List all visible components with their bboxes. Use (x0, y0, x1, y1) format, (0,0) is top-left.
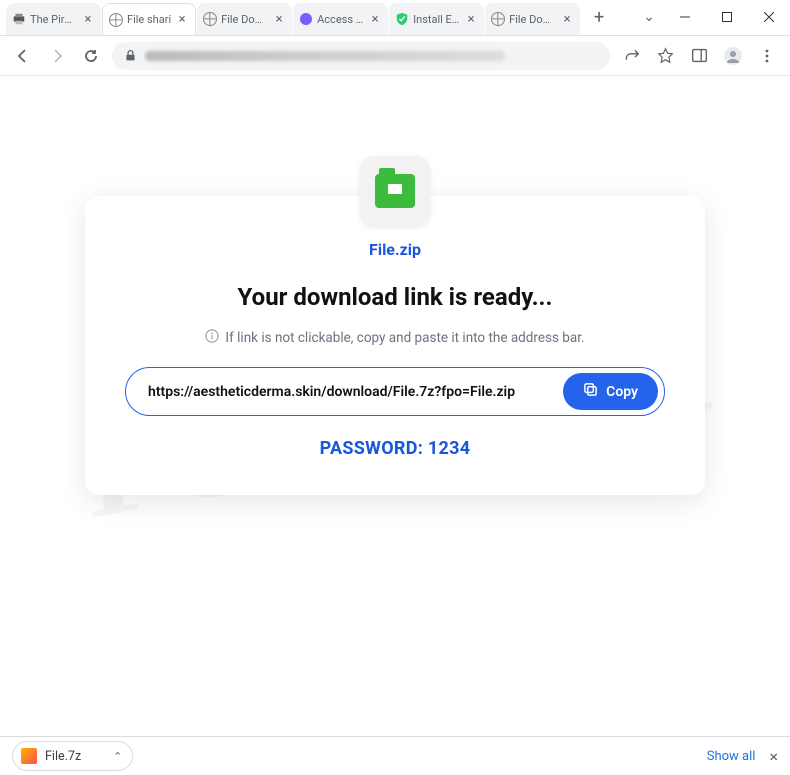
window-controls: ⌄ (634, 0, 790, 35)
close-icon[interactable]: × (560, 12, 574, 26)
maximize-button[interactable] (706, 2, 748, 32)
bookmark-icon[interactable] (652, 43, 678, 69)
tab-strip: The Pirate × File shari × File Down × Ac… (0, 0, 634, 35)
back-button[interactable] (10, 43, 36, 69)
tab-title: The Pirate (30, 13, 77, 26)
globe-icon (109, 13, 123, 27)
hint-row: If link is not clickable, copy and paste… (125, 329, 665, 347)
tab-install-ext[interactable]: Install Ext × (389, 3, 484, 35)
file-icon (360, 156, 430, 226)
download-filename: File.7z (45, 749, 81, 764)
download-shelf: File.7z ⌃ Show all × (0, 736, 790, 775)
close-icon[interactable]: × (272, 12, 286, 26)
download-item[interactable]: File.7z ⌃ (12, 741, 133, 771)
menu-icon[interactable] (754, 43, 780, 69)
page-content: PCrisk.com File.zip Your download link i… (0, 76, 790, 736)
globe-icon (203, 12, 217, 26)
heading: Your download link is ready... (125, 283, 665, 311)
tab-title: File Down (509, 13, 556, 26)
tab-file-download-2[interactable]: File Down × (485, 3, 580, 35)
close-icon[interactable]: × (175, 13, 189, 27)
password-text: PASSWORD: 1234 (125, 438, 665, 459)
file-name: File.zip (125, 240, 665, 259)
download-shelf-right: Show all × (707, 747, 778, 766)
reload-button[interactable] (78, 43, 104, 69)
new-tab-button[interactable]: + (585, 3, 613, 31)
printer-icon (12, 12, 26, 26)
close-shelf-button[interactable]: × (769, 747, 778, 766)
copy-button[interactable]: Copy (563, 373, 658, 410)
globe-icon (491, 12, 505, 26)
chevron-down-icon[interactable]: ⌄ (634, 9, 664, 25)
hint-text: If link is not clickable, copy and paste… (225, 330, 584, 346)
download-url[interactable]: https://aestheticderma.skin/download/Fil… (148, 384, 563, 400)
tab-title: Access po (317, 13, 364, 26)
archive-icon (21, 748, 37, 764)
download-card: File.zip Your download link is ready... … (85, 196, 705, 495)
forward-button[interactable] (44, 43, 70, 69)
address-bar[interactable] (112, 42, 610, 70)
lock-icon (124, 49, 137, 62)
tab-file-sharing[interactable]: File shari × (102, 3, 196, 35)
url-text-blurred (145, 51, 505, 61)
browser-titlebar: The Pirate × File shari × File Down × Ac… (0, 0, 790, 36)
side-panel-icon[interactable] (686, 43, 712, 69)
tab-title: Install Ext (413, 13, 460, 26)
close-icon[interactable]: × (81, 12, 95, 26)
tab-access[interactable]: Access po × (293, 3, 388, 35)
close-icon[interactable]: × (368, 12, 382, 26)
info-icon (205, 329, 219, 347)
profile-icon[interactable] (720, 43, 746, 69)
share-icon[interactable] (618, 43, 644, 69)
close-window-button[interactable] (748, 2, 790, 32)
chevron-up-icon[interactable]: ⌃ (113, 750, 122, 763)
copy-icon (583, 382, 598, 401)
tab-title: File Down (221, 13, 268, 26)
close-icon[interactable]: × (464, 12, 478, 26)
tab-pirate[interactable]: The Pirate × (6, 3, 101, 35)
minimize-button[interactable] (664, 2, 706, 32)
browser-toolbar (0, 36, 790, 76)
show-all-button[interactable]: Show all (707, 749, 756, 764)
tab-title: File shari (127, 13, 171, 26)
copy-label: Copy (606, 384, 638, 400)
shield-icon (395, 12, 409, 26)
dot-icon (299, 12, 313, 26)
tab-file-download-1[interactable]: File Down × (197, 3, 292, 35)
link-field: https://aestheticderma.skin/download/Fil… (125, 367, 665, 416)
